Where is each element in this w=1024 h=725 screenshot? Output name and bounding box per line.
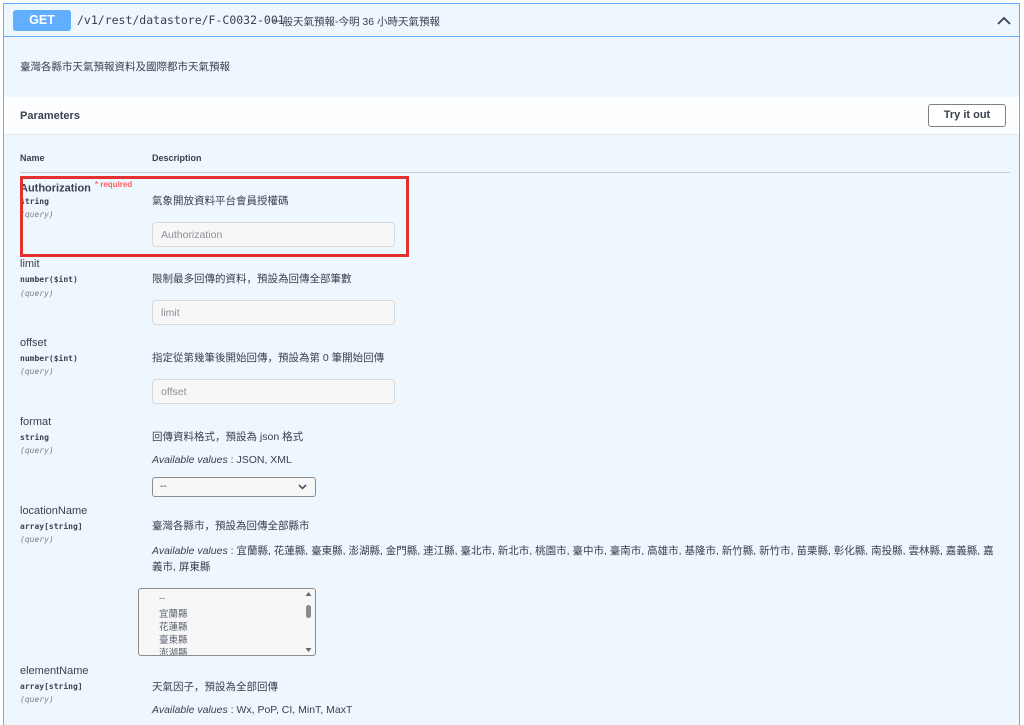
param-description: 臺灣各縣市，預設為回傳全部縣市 <box>152 520 310 532</box>
param-type: array[string] <box>20 522 83 531</box>
offset-input[interactable] <box>152 379 395 404</box>
column-header-description: Description <box>152 153 202 163</box>
format-select[interactable]: -- <box>152 477 316 497</box>
param-location: (query) <box>20 210 54 219</box>
option-item[interactable]: 澎湖縣 <box>159 645 188 655</box>
param-name: limit <box>20 258 40 270</box>
param-description: 氣象開放資料平台會員授權碼 <box>152 195 289 207</box>
available-values: Available values : 宜蘭縣, 花蓮縣, 臺東縣, 澎湖縣, 金… <box>152 545 994 573</box>
param-description: 限制最多回傳的資料，預設為回傳全部筆數 <box>152 273 352 285</box>
param-name: elementName <box>20 665 89 677</box>
param-location: (query) <box>20 535 54 544</box>
available-values: Available values : Wx, PoP, CI, MinT, Ma… <box>152 704 353 716</box>
param-description: 天氣因子，預設為全部回傳 <box>152 681 278 693</box>
param-name: Authorization * required <box>20 180 133 195</box>
authorization-input[interactable] <box>152 222 395 247</box>
operation-summary-text: 一般天氣預報-今明 36 小時天氣預報 <box>272 16 441 28</box>
param-description: 指定從第幾筆後開始回傳，預設為第 0 筆開始回傳 <box>152 352 385 364</box>
operation-block: GET /v1/rest/datastore/F-C0032-001 一般天氣預… <box>3 3 1020 725</box>
param-type: number($int) <box>20 275 78 284</box>
available-values: Available values : JSON, XML <box>152 454 292 466</box>
chevron-up-icon[interactable] <box>995 12 1013 30</box>
method-badge: GET <box>13 10 71 31</box>
scrollbar[interactable] <box>304 591 313 653</box>
option-item[interactable]: -- <box>159 593 165 604</box>
param-type: array[string] <box>20 682 83 691</box>
parameters-header: Parameters Try it out <box>4 97 1019 135</box>
param-name: format <box>20 416 52 428</box>
param-location: (query) <box>20 446 54 455</box>
parameters-title: Parameters <box>20 110 80 122</box>
param-description: 回傳資料格式，預設為 json 格式 <box>152 431 304 443</box>
try-it-out-button[interactable]: Try it out <box>928 104 1006 127</box>
param-name: offset <box>20 337 47 349</box>
required-marker: * required <box>94 180 133 189</box>
select-value: -- <box>160 481 167 492</box>
param-location: (query) <box>20 695 54 704</box>
param-type: string <box>20 197 49 206</box>
locationname-multiselect[interactable]: -- 宜蘭縣 花蓮縣 臺東縣 澎湖縣 <box>138 588 316 656</box>
option-item[interactable]: 宜蘭縣 <box>159 606 188 620</box>
header-divider <box>20 172 1010 173</box>
option-item[interactable]: 花蓮縣 <box>159 619 188 633</box>
column-header-name: Name <box>20 153 45 163</box>
param-type: string <box>20 433 49 442</box>
endpoint-path: /v1/rest/datastore/F-C0032-001 <box>77 13 285 27</box>
operation-summary[interactable]: GET /v1/rest/datastore/F-C0032-001 一般天氣預… <box>4 4 1019 37</box>
option-item[interactable]: 臺東縣 <box>159 632 188 646</box>
param-name: locationName <box>20 505 88 517</box>
param-type: number($int) <box>20 354 78 363</box>
limit-input[interactable] <box>152 300 395 325</box>
param-location: (query) <box>20 289 54 298</box>
operation-description: 臺灣各縣市天氣預報資料及國際都市天氣預報 <box>20 61 230 73</box>
param-location: (query) <box>20 367 54 376</box>
chevron-down-icon <box>298 484 307 490</box>
